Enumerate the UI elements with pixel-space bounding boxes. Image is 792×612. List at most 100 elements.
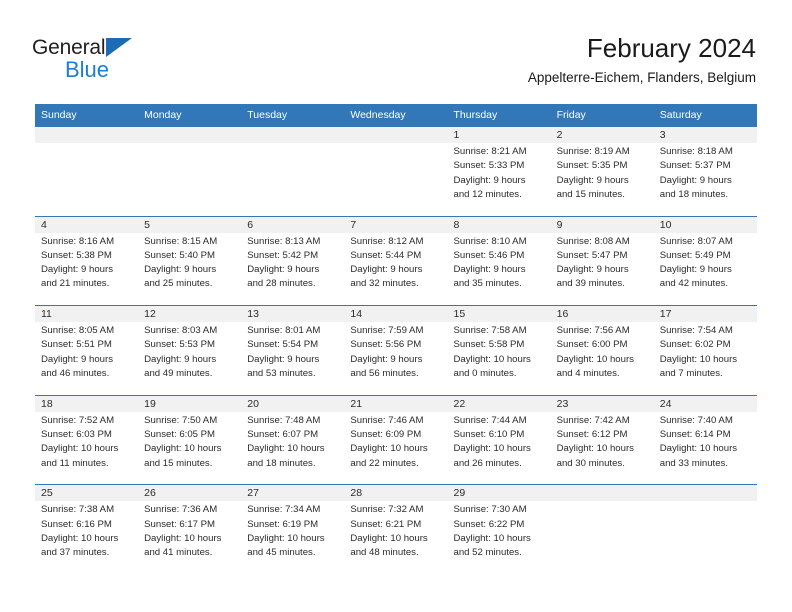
day-cell[interactable]: 14 Sunrise: 7:59 AM Sunset: 5:56 PM Dayl… bbox=[344, 306, 447, 395]
day-cell[interactable]: 23 Sunrise: 7:42 AM Sunset: 6:12 PM Dayl… bbox=[551, 396, 654, 485]
day-cell[interactable]: 11 Sunrise: 8:05 AM Sunset: 5:51 PM Dayl… bbox=[35, 306, 138, 395]
day-details: Sunrise: 8:03 AM Sunset: 5:53 PM Dayligh… bbox=[144, 322, 241, 381]
calendar-page: General Blue February 2024 Appelterre-Ei… bbox=[0, 0, 792, 612]
daylight-text-line1: Daylight: 10 hours bbox=[247, 443, 325, 455]
day-cell[interactable]: 19 Sunrise: 7:50 AM Sunset: 6:05 PM Dayl… bbox=[138, 396, 241, 485]
sunset-text: Sunset: 6:12 PM bbox=[556, 429, 628, 441]
daylight-text-line1: Daylight: 9 hours bbox=[144, 353, 217, 365]
day-cell[interactable]: 7 Sunrise: 8:12 AM Sunset: 5:44 PM Dayli… bbox=[344, 217, 447, 306]
daylight-text-line1: Daylight: 9 hours bbox=[144, 264, 217, 276]
day-cell[interactable]: 26 Sunrise: 7:36 AM Sunset: 6:17 PM Dayl… bbox=[138, 485, 241, 574]
day-number: 23 bbox=[556, 397, 569, 410]
weekday-header-tuesday: Tuesday bbox=[247, 109, 288, 121]
sunset-text: Sunset: 6:21 PM bbox=[350, 518, 422, 530]
sunrise-text: Sunrise: 7:34 AM bbox=[247, 504, 321, 516]
day-cell[interactable]: 10 Sunrise: 8:07 AM Sunset: 5:49 PM Dayl… bbox=[654, 217, 757, 306]
day-cell[interactable]: 3 Sunrise: 8:18 AM Sunset: 5:37 PM Dayli… bbox=[654, 127, 757, 216]
day-cell[interactable]: 13 Sunrise: 8:01 AM Sunset: 5:54 PM Dayl… bbox=[241, 306, 344, 395]
sunset-text: Sunset: 6:17 PM bbox=[144, 518, 216, 530]
sunset-text: Sunset: 5:53 PM bbox=[144, 339, 216, 351]
day-number: 20 bbox=[247, 397, 259, 410]
day-details: Sunrise: 7:42 AM Sunset: 6:12 PM Dayligh… bbox=[557, 412, 654, 471]
day-number: 28 bbox=[350, 487, 363, 500]
day-cell[interactable]: 9 Sunrise: 8:08 AM Sunset: 5:47 PM Dayli… bbox=[551, 217, 654, 306]
daylight-text-line1: Daylight: 10 hours bbox=[453, 532, 531, 544]
day-cell[interactable]: 27 Sunrise: 7:34 AM Sunset: 6:19 PM Dayl… bbox=[241, 485, 344, 574]
day-cell[interactable]: 20 Sunrise: 7:48 AM Sunset: 6:07 PM Dayl… bbox=[241, 396, 344, 485]
daylight-text-line2: and 46 minutes. bbox=[41, 368, 110, 380]
day-cell[interactable]: 17 Sunrise: 7:54 AM Sunset: 6:02 PM Dayl… bbox=[654, 306, 757, 395]
daylight-text-line2: and 41 minutes. bbox=[144, 547, 213, 559]
day-cell[interactable]: 5 Sunrise: 8:15 AM Sunset: 5:40 PM Dayli… bbox=[138, 217, 241, 306]
daylight-text-line2: and 48 minutes. bbox=[350, 547, 419, 559]
day-details: Sunrise: 7:46 AM Sunset: 6:09 PM Dayligh… bbox=[350, 412, 447, 471]
sunset-text: Sunset: 5:38 PM bbox=[41, 249, 112, 261]
day-details: Sunrise: 7:58 AM Sunset: 5:58 PM Dayligh… bbox=[454, 322, 551, 381]
sunrise-text: Sunrise: 8:05 AM bbox=[41, 325, 115, 337]
sunset-text: Sunset: 6:00 PM bbox=[556, 339, 628, 351]
day-cell[interactable] bbox=[241, 127, 344, 216]
day-number: 18 bbox=[41, 397, 53, 410]
sunrise-text: Sunrise: 7:44 AM bbox=[453, 414, 527, 426]
sunrise-text: Sunrise: 8:12 AM bbox=[350, 235, 424, 247]
day-cell[interactable]: 21 Sunrise: 7:46 AM Sunset: 6:09 PM Dayl… bbox=[344, 396, 447, 485]
day-cell[interactable] bbox=[654, 485, 757, 574]
day-cell[interactable]: 1 Sunrise: 8:21 AM Sunset: 5:33 PM Dayli… bbox=[448, 127, 551, 216]
sunrise-text: Sunrise: 8:08 AM bbox=[556, 235, 630, 247]
sunset-text: Sunset: 6:22 PM bbox=[453, 518, 525, 530]
week-row: 1 Sunrise: 8:21 AM Sunset: 5:33 PM Dayli… bbox=[35, 126, 757, 216]
day-number: 9 bbox=[556, 218, 563, 231]
day-number: 17 bbox=[659, 308, 672, 321]
daylight-text-line1: Daylight: 9 hours bbox=[556, 174, 629, 186]
daylight-text-line2: and 7 minutes. bbox=[659, 368, 723, 380]
sunrise-text: Sunrise: 8:13 AM bbox=[247, 235, 321, 247]
daylight-text-line1: Daylight: 10 hours bbox=[247, 532, 325, 544]
day-cell[interactable]: 25 Sunrise: 7:38 AM Sunset: 6:16 PM Dayl… bbox=[35, 485, 138, 574]
day-number: 10 bbox=[659, 218, 672, 231]
day-cell[interactable]: 18 Sunrise: 7:52 AM Sunset: 6:03 PM Dayl… bbox=[35, 396, 138, 485]
day-cell[interactable]: 29 Sunrise: 7:30 AM Sunset: 6:22 PM Dayl… bbox=[448, 485, 551, 574]
day-cell[interactable] bbox=[138, 127, 241, 216]
day-cell[interactable]: 2 Sunrise: 8:19 AM Sunset: 5:35 PM Dayli… bbox=[551, 127, 654, 216]
day-details: Sunrise: 8:01 AM Sunset: 5:54 PM Dayligh… bbox=[247, 322, 344, 381]
day-cell[interactable]: 8 Sunrise: 8:10 AM Sunset: 5:46 PM Dayli… bbox=[448, 217, 551, 306]
day-details: Sunrise: 8:12 AM Sunset: 5:44 PM Dayligh… bbox=[350, 233, 447, 292]
day-cell[interactable]: 6 Sunrise: 8:13 AM Sunset: 5:42 PM Dayli… bbox=[241, 217, 344, 306]
sunset-text: Sunset: 5:35 PM bbox=[556, 160, 628, 172]
sunrise-text: Sunrise: 8:10 AM bbox=[453, 235, 527, 247]
day-number: 27 bbox=[247, 487, 259, 500]
day-number: 2 bbox=[556, 129, 563, 141]
day-cell[interactable]: 4 Sunrise: 8:16 AM Sunset: 5:38 PM Dayli… bbox=[35, 217, 138, 306]
sunset-text: Sunset: 6:02 PM bbox=[659, 339, 731, 351]
daylight-text-line2: and 49 minutes. bbox=[144, 368, 213, 380]
daylight-text-line1: Daylight: 10 hours bbox=[659, 443, 738, 455]
day-cell[interactable]: 22 Sunrise: 7:44 AM Sunset: 6:10 PM Dayl… bbox=[448, 396, 551, 485]
day-details: Sunrise: 8:10 AM Sunset: 5:46 PM Dayligh… bbox=[454, 233, 551, 292]
daylight-text-line2: and 25 minutes. bbox=[144, 278, 213, 290]
day-details: Sunrise: 8:19 AM Sunset: 5:35 PM Dayligh… bbox=[557, 143, 654, 202]
weekday-header-saturday: Saturday bbox=[659, 109, 702, 121]
day-cell[interactable] bbox=[35, 127, 138, 216]
daylight-text-line1: Daylight: 10 hours bbox=[144, 443, 222, 455]
day-cell[interactable]: 24 Sunrise: 7:40 AM Sunset: 6:14 PM Dayl… bbox=[654, 396, 757, 485]
day-cell[interactable] bbox=[551, 485, 654, 574]
day-cell[interactable]: 12 Sunrise: 8:03 AM Sunset: 5:53 PM Dayl… bbox=[138, 306, 241, 395]
day-cell[interactable]: 16 Sunrise: 7:56 AM Sunset: 6:00 PM Dayl… bbox=[551, 306, 654, 395]
day-number: 25 bbox=[41, 487, 53, 500]
sunset-text: Sunset: 6:03 PM bbox=[41, 429, 112, 441]
day-details: Sunrise: 7:48 AM Sunset: 6:07 PM Dayligh… bbox=[247, 412, 344, 471]
day-cell[interactable]: 28 Sunrise: 7:32 AM Sunset: 6:21 PM Dayl… bbox=[344, 485, 447, 574]
day-details: Sunrise: 7:52 AM Sunset: 6:03 PM Dayligh… bbox=[41, 412, 138, 471]
day-cell[interactable] bbox=[344, 127, 447, 216]
daylight-text-line2: and 45 minutes. bbox=[247, 547, 316, 559]
sunrise-text: Sunrise: 7:56 AM bbox=[556, 325, 630, 337]
sunrise-text: Sunrise: 7:46 AM bbox=[350, 414, 424, 426]
day-number: 5 bbox=[144, 218, 150, 231]
day-number: 11 bbox=[41, 308, 52, 321]
day-details: Sunrise: 7:40 AM Sunset: 6:14 PM Dayligh… bbox=[660, 412, 757, 471]
daylight-text-line2: and 15 minutes. bbox=[556, 188, 625, 200]
daylight-text-line2: and 0 minutes. bbox=[453, 368, 517, 380]
day-cell[interactable]: 15 Sunrise: 7:58 AM Sunset: 5:58 PM Dayl… bbox=[448, 306, 551, 395]
daylight-text-line1: Daylight: 10 hours bbox=[144, 532, 222, 544]
day-number: 14 bbox=[350, 308, 363, 321]
